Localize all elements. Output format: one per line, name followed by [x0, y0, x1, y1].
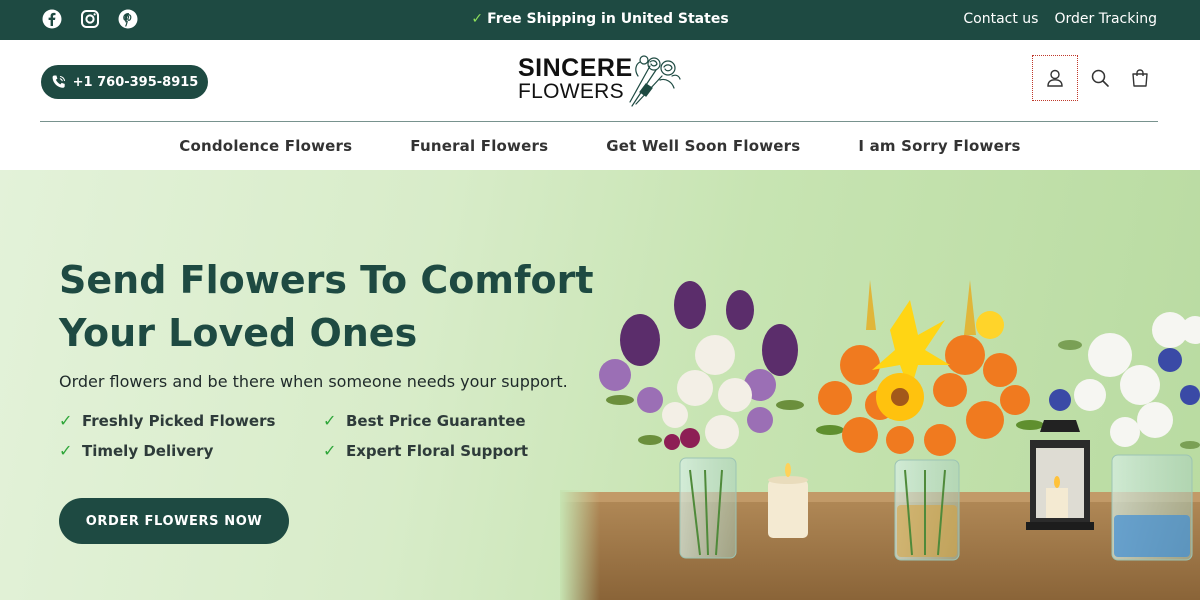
feature-item: ✓ Best Price Guarantee	[323, 411, 543, 430]
check-icon: ✓	[59, 411, 73, 430]
phone-icon	[52, 75, 65, 88]
order-tracking-link[interactable]: Order Tracking	[1054, 11, 1157, 27]
hero-title-line-2: Your Loved Ones	[59, 311, 418, 355]
announcement-bar: ✓ Free Shipping in United States Contact …	[0, 0, 1200, 40]
hero-banner: Send Flowers To Comfort Your Loved Ones …	[0, 170, 1200, 600]
nav-i-am-sorry-flowers[interactable]: I am Sorry Flowers	[858, 137, 1020, 155]
hero-title-line-1: Send Flowers To Comfort	[59, 258, 594, 302]
phone-button[interactable]: +1 760-395-8915	[41, 65, 208, 99]
announcement-text: Free Shipping in United States	[487, 11, 729, 27]
nav-funeral-flowers[interactable]: Funeral Flowers	[410, 137, 548, 155]
feature-item: ✓ Expert Floral Support	[323, 441, 543, 460]
feature-item: ✓ Timely Delivery	[59, 441, 323, 460]
feature-label: Timely Delivery	[82, 441, 214, 460]
feature-item: ✓ Freshly Picked Flowers	[59, 411, 323, 430]
order-flowers-now-button[interactable]: ORDER FLOWERS NOW	[59, 498, 289, 544]
search-button[interactable]	[1080, 55, 1120, 101]
site-logo[interactable]: SINCERE FLOWERS	[516, 52, 682, 108]
feature-label: Best Price Guarantee	[346, 411, 526, 430]
feature-label: Expert Floral Support	[346, 441, 529, 460]
header-icons	[1032, 55, 1160, 101]
hero-subtitle: Order flowers and be there when someone …	[59, 372, 568, 391]
phone-number: +1 760-395-8915	[72, 74, 199, 90]
contact-us-link[interactable]: Contact us	[963, 11, 1038, 27]
cart-icon	[1132, 69, 1148, 87]
main-nav: Condolence Flowers Funeral Flowers Get W…	[0, 122, 1200, 170]
account-button[interactable]	[1032, 55, 1078, 101]
hero-title: Send Flowers To Comfort Your Loved Ones	[59, 254, 619, 360]
site-header: +1 760-395-8915 SINCERE FLOWERS	[0, 40, 1200, 122]
feature-list: ✓ Freshly Picked Flowers ✓ Best Price Gu…	[59, 411, 539, 460]
top-links: Contact us Order Tracking	[963, 11, 1157, 27]
feature-label: Freshly Picked Flowers	[82, 411, 276, 430]
check-icon: ✓	[323, 411, 337, 430]
nav-condolence-flowers[interactable]: Condolence Flowers	[179, 137, 352, 155]
check-icon: ✓	[323, 441, 337, 460]
search-icon	[1091, 69, 1109, 87]
check-icon: ✓	[59, 441, 73, 460]
cart-button[interactable]	[1120, 55, 1160, 101]
check-icon: ✓	[471, 11, 484, 27]
account-icon	[1047, 69, 1063, 87]
flower-bouquet-icon	[629, 55, 681, 107]
logo-wordmark-top: SINCERE	[518, 54, 633, 82]
lantern	[1026, 420, 1094, 530]
nav-get-well-soon-flowers[interactable]: Get Well Soon Flowers	[606, 137, 800, 155]
logo-wordmark-bottom: FLOWERS	[518, 80, 624, 103]
